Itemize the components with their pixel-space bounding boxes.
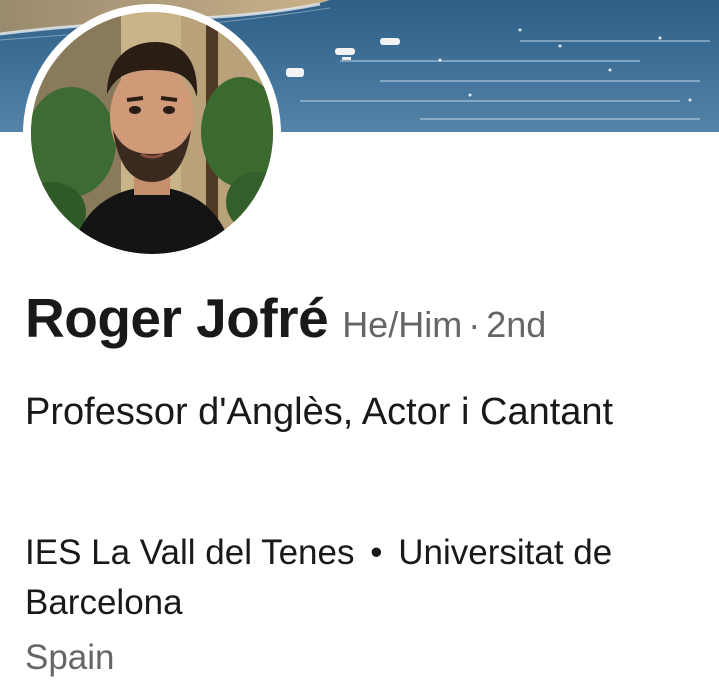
pronouns: He/Him — [342, 304, 463, 345]
profile-meta: He/Him · 2nd — [342, 304, 546, 346]
avatar[interactable] — [31, 12, 273, 254]
education-school-1[interactable]: IES La Vall del Tenes — [25, 533, 354, 572]
profile-name: Roger Jofré — [25, 287, 329, 349]
education-bullet: • — [370, 533, 383, 572]
profile-photo-image — [31, 12, 273, 254]
name-row: Roger Jofré He/Him · 2nd — [25, 286, 546, 350]
connection-degree: 2nd — [486, 304, 547, 345]
profile-location: Spain — [25, 638, 115, 677]
profile-education: IES La Vall del Tenes • Universitat de B… — [25, 528, 715, 628]
avatar-frame[interactable] — [23, 4, 281, 262]
meta-separator: · — [468, 304, 481, 345]
profile-headline: Professor d'Anglès, Actor i Cantant — [25, 391, 614, 433]
